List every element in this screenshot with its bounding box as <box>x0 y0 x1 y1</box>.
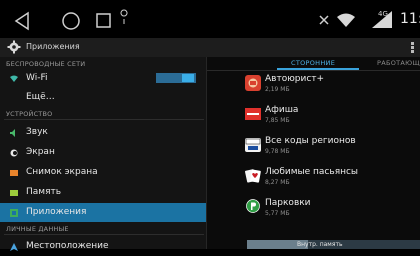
storage-usage-bar: Внутр. память <box>247 240 420 249</box>
screenshot-icon <box>10 170 18 176</box>
sidebar-item-screenshot[interactable]: Снимок экрана <box>0 163 206 182</box>
app-name: Автоюрист+ <box>265 74 325 84</box>
app-size: 9,78 МБ <box>265 148 290 155</box>
tab-running[interactable]: РАБОТАЮЩ <box>377 59 420 67</box>
sidebar-item-storage[interactable]: Память <box>0 183 206 202</box>
section-header-wireless: БЕСПРОВОДНЫЕ СЕТИ <box>6 60 86 68</box>
settings-sidebar: БЕСПРОВОДНЫЕ СЕТИ Wi-Fi Ещё… УСТРОЙСТВО … <box>0 57 207 251</box>
storage-label: Внутр. память <box>297 241 343 248</box>
app-name: Парковки <box>265 198 311 208</box>
sidebar-item-label: Память <box>26 187 62 197</box>
action-bar: Приложения <box>0 38 420 57</box>
status-bar: 4G 11:2 <box>0 0 420 38</box>
sidebar-item-label: Приложения <box>26 207 87 217</box>
sidebar-item-label: Местоположение <box>26 241 109 251</box>
sidebar-item-display[interactable]: Экран <box>0 143 206 162</box>
app-size: 7,85 МБ <box>265 117 290 124</box>
list-item[interactable]: Автоюрист+ 2,19 МБ <box>245 74 420 98</box>
region-codes-icon <box>245 138 261 152</box>
sidebar-item-label: Ещё… <box>26 92 55 102</box>
sidebar-item-label: Звук <box>26 127 48 137</box>
location-status-icon <box>120 9 128 24</box>
wifi-toggle[interactable] <box>156 73 196 83</box>
bluetooth-icon <box>319 15 329 25</box>
nav-buttons <box>14 9 392 31</box>
app-name: Афиша <box>265 105 299 115</box>
clock: 11:2 <box>400 11 420 27</box>
wifi-icon <box>10 75 18 82</box>
settings-gear-icon[interactable] <box>7 40 21 54</box>
section-header-device: УСТРОЙСТВО <box>6 110 53 118</box>
divider <box>207 70 420 71</box>
sidebar-item-sound[interactable]: Звук <box>0 123 206 142</box>
app-size: 8,27 МБ <box>265 179 290 186</box>
tab-third-party[interactable]: СТОРОННИЕ <box>291 59 335 67</box>
apps-icon <box>10 209 18 217</box>
afisha-icon <box>245 108 261 120</box>
sidebar-item-wifi[interactable]: Wi-Fi <box>0 69 206 88</box>
solitaire-icon <box>245 169 261 183</box>
app-name: Все коды регионов <box>265 136 356 146</box>
list-item[interactable]: Парковки 5,77 МБ <box>245 198 420 222</box>
sidebar-item-label: Экран <box>26 147 55 157</box>
parking-icon <box>246 199 260 213</box>
app-name: Любимые пасьянсы <box>265 167 359 177</box>
list-item[interactable]: Любимые пасьянсы 8,27 МБ <box>245 167 420 191</box>
network-type-label: 4G <box>378 10 388 18</box>
autolawyer-icon <box>245 75 261 91</box>
location-icon <box>10 243 18 251</box>
divider <box>4 119 204 120</box>
sidebar-item-label: Wi-Fi <box>26 73 48 83</box>
back-icon <box>14 11 29 31</box>
list-item[interactable]: Все коды регионов 9,78 МБ <box>245 136 420 160</box>
list-item[interactable]: Афиша 7,85 МБ <box>245 105 420 129</box>
apps-list-panel: СТОРОННИЕ РАБОТАЮЩ Автоюрист+ 2,19 МБ Аф… <box>207 57 420 249</box>
wifi-status-icon <box>337 13 355 27</box>
sidebar-item-more[interactable]: Ещё… <box>0 88 206 107</box>
divider <box>4 234 204 235</box>
sidebar-item-label: Снимок экрана <box>26 167 98 177</box>
sidebar-item-location[interactable]: Местоположение <box>0 237 206 256</box>
sidebar-item-apps[interactable]: Приложения <box>0 203 206 222</box>
display-icon <box>10 149 18 157</box>
recent-apps-icon <box>96 13 111 28</box>
section-header-personal: ЛИЧНЫЕ ДАННЫЕ <box>6 225 69 233</box>
overflow-menu-icon[interactable] <box>411 42 414 53</box>
app-size: 2,19 МБ <box>265 86 290 93</box>
app-size: 5,77 МБ <box>265 210 290 217</box>
toggle-knob <box>182 74 194 82</box>
page-title: Приложения <box>26 42 80 51</box>
storage-icon <box>10 190 18 196</box>
sound-icon <box>10 129 15 137</box>
home-icon <box>62 12 80 30</box>
